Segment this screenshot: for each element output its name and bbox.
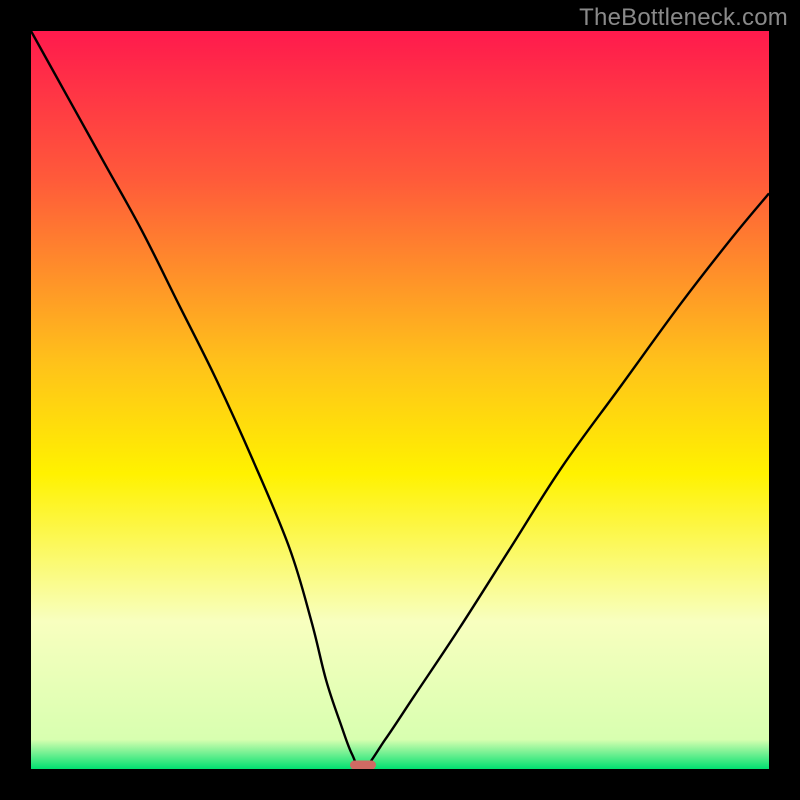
bottleneck-curve — [31, 31, 769, 769]
plot-area — [31, 31, 769, 769]
optimal-marker — [350, 761, 376, 770]
watermark-text: TheBottleneck.com — [579, 4, 788, 32]
chart-frame: TheBottleneck.com — [0, 0, 800, 800]
curve-layer — [31, 31, 769, 769]
